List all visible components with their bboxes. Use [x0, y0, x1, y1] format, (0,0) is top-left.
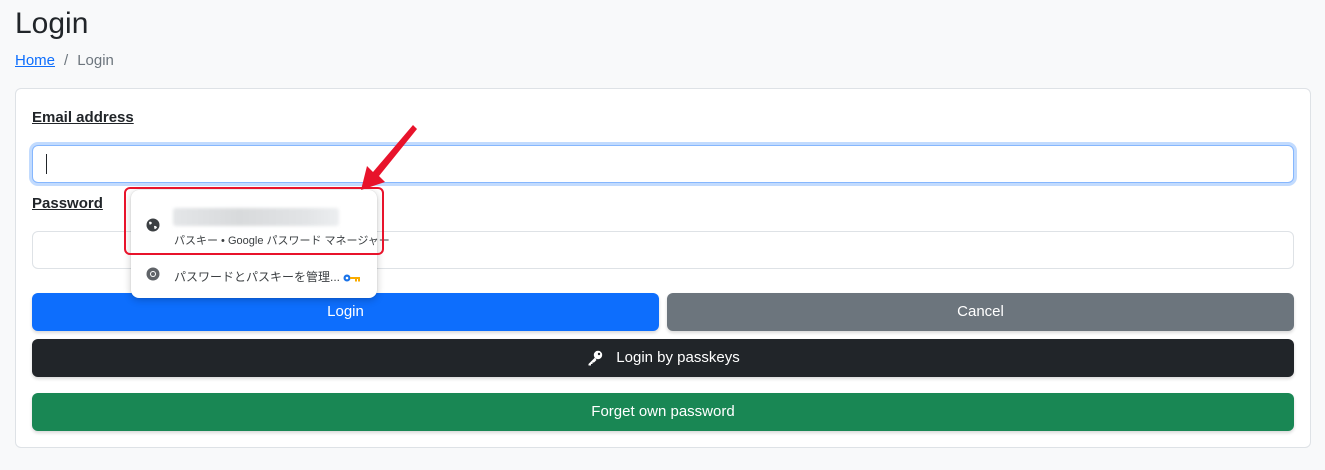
passkey-suggestion[interactable]: パスキー • Google パスワード マネージャー	[131, 194, 390, 250]
passkey-source-label: パスキー • Google パスワード マネージャー	[174, 235, 390, 247]
passkeys-button-label: Login by passkeys	[616, 349, 740, 366]
email-label: Email address	[32, 109, 134, 126]
cancel-button[interactable]: Cancel	[667, 293, 1294, 331]
breadcrumb-home-link[interactable]: Home	[15, 51, 55, 71]
forget-password-button[interactable]: Forget own password	[32, 393, 1294, 431]
login-by-passkeys-button[interactable]: Login by passkeys	[32, 339, 1294, 377]
breadcrumb-separator: /	[64, 52, 69, 69]
breadcrumb: Home / Login	[15, 51, 114, 71]
text-caret	[46, 154, 47, 174]
chrome-icon	[146, 267, 160, 286]
password-label: Password	[32, 195, 103, 212]
globe-icon	[146, 218, 160, 237]
autofill-popup: パスキー • Google パスワード マネージャー パスワードとパスキーを管理…	[131, 190, 390, 298]
page: Login Home / Login Email address Passwor…	[0, 0, 1325, 470]
blurred-account-name	[173, 208, 339, 226]
breadcrumb-current: Login	[77, 52, 114, 69]
key-icon	[586, 349, 604, 367]
key-icon	[343, 270, 361, 288]
login-button[interactable]: Login	[32, 293, 659, 331]
manage-passwords-item[interactable]: パスワードとパスキーを管理...	[131, 256, 377, 294]
manage-passwords-label: パスワードとパスキーを管理...	[174, 270, 341, 284]
popup-divider	[131, 254, 377, 255]
email-field[interactable]	[32, 145, 1294, 183]
page-title: Login	[15, 7, 89, 40]
